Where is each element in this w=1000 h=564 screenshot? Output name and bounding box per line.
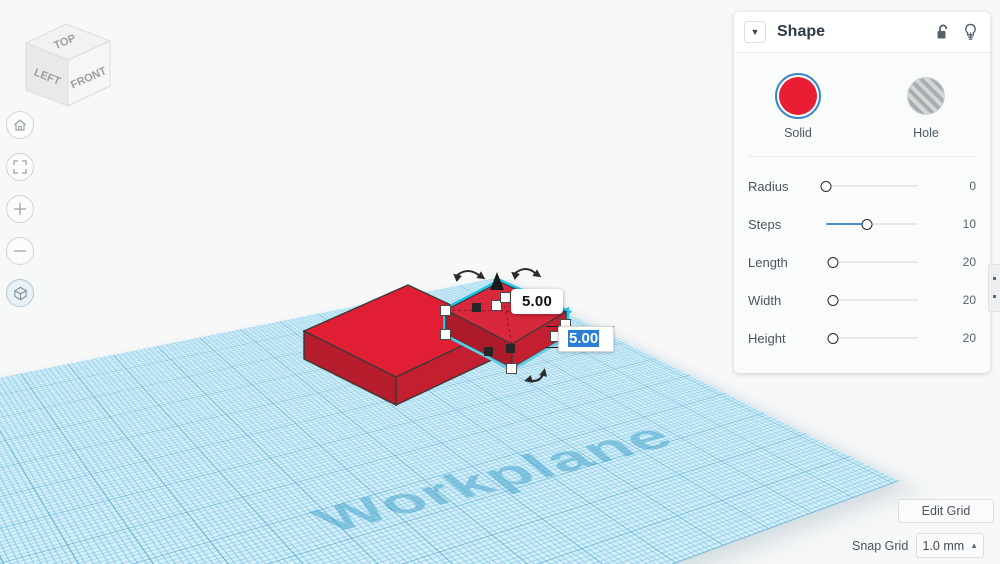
param-row-radius: Radius 0 bbox=[734, 167, 990, 205]
snap-grid-label: Snap Grid bbox=[852, 538, 909, 553]
red-box-selected[interactable] bbox=[439, 268, 573, 383]
hole-swatch-ring[interactable] bbox=[903, 73, 949, 119]
slider-knob[interactable] bbox=[861, 218, 873, 230]
unlock-icon[interactable] bbox=[936, 23, 951, 41]
slider-length[interactable] bbox=[826, 256, 918, 268]
scale-handle[interactable] bbox=[440, 329, 451, 340]
scale-handle[interactable] bbox=[440, 305, 451, 316]
slider-knob[interactable] bbox=[827, 256, 839, 268]
param-row-length: Length 20 bbox=[734, 243, 990, 281]
slider-height[interactable] bbox=[826, 332, 918, 344]
param-label-steps: Steps bbox=[748, 216, 782, 232]
plus-icon bbox=[13, 202, 27, 216]
scale-handle[interactable] bbox=[500, 292, 511, 303]
slider-track bbox=[826, 337, 918, 339]
snap-grid-control: Snap Grid 1.0 mm ▲ bbox=[852, 533, 985, 558]
lightbulb-icon[interactable] bbox=[963, 23, 978, 41]
edge-handle[interactable] bbox=[484, 347, 493, 356]
param-value-width[interactable]: 20 bbox=[918, 293, 976, 307]
cube-icon bbox=[13, 286, 27, 300]
fit-frame-icon bbox=[13, 160, 27, 174]
zoom-in-button[interactable] bbox=[6, 195, 34, 223]
param-value-length[interactable]: 20 bbox=[918, 255, 976, 269]
mode-hole[interactable]: Hole bbox=[862, 73, 990, 140]
hole-pattern-swatch[interactable] bbox=[907, 77, 945, 115]
dimension-input-value: 5.00 bbox=[568, 330, 600, 347]
slider-width[interactable] bbox=[826, 294, 918, 306]
dimension-input[interactable]: 5.00 bbox=[558, 326, 614, 352]
ortho-toggle-button[interactable] bbox=[6, 279, 34, 307]
edge-handle[interactable] bbox=[472, 303, 481, 312]
caret-up-icon: ▲ bbox=[970, 541, 979, 550]
slider-radius[interactable] bbox=[820, 180, 918, 192]
edit-grid-button[interactable]: Edit Grid bbox=[898, 499, 994, 523]
flyout-dot bbox=[993, 277, 996, 280]
fit-view-button[interactable] bbox=[6, 153, 34, 181]
param-row-height: Height 20 bbox=[734, 319, 990, 357]
home-view-button[interactable] bbox=[6, 111, 34, 139]
param-label-height: Height bbox=[748, 330, 786, 346]
slider-track bbox=[826, 261, 918, 263]
dimension-tooltip: 5.00 bbox=[511, 289, 563, 314]
minus-icon bbox=[13, 250, 27, 252]
view-cube[interactable]: TOP LEFT FRONT bbox=[12, 14, 120, 118]
slider-knob[interactable] bbox=[827, 294, 839, 306]
param-value-height[interactable]: 20 bbox=[918, 331, 976, 345]
param-value-steps[interactable]: 10 bbox=[918, 217, 976, 231]
tinkercad-editor: Workplane 5.00 5.00 TOP LEFT FRONT ▼ Sha… bbox=[0, 0, 1000, 564]
slider-track bbox=[826, 185, 918, 187]
shape-inspector-panel: ▼ Shape Solid Hole Radius 0 Steps 10 Len… bbox=[734, 12, 990, 373]
right-flyout-tab[interactable] bbox=[988, 264, 1000, 312]
solid-color-swatch[interactable] bbox=[779, 77, 817, 115]
param-label-radius: Radius bbox=[748, 178, 789, 194]
shape-mode-selector: Solid Hole bbox=[734, 53, 990, 156]
chevron-down-icon[interactable]: ▼ bbox=[744, 21, 766, 43]
param-row-steps: Steps 10 bbox=[734, 205, 990, 243]
slider-knob[interactable] bbox=[827, 332, 839, 344]
panel-header: ▼ Shape bbox=[734, 12, 990, 53]
shape-parameters: Radius 0 Steps 10 Length 20 Width 20 Hei… bbox=[734, 157, 990, 373]
home-icon bbox=[14, 119, 26, 131]
solid-swatch-ring[interactable] bbox=[775, 73, 821, 119]
flyout-dot bbox=[993, 295, 996, 298]
edge-handle[interactable] bbox=[506, 344, 515, 353]
snap-grid-dropdown[interactable]: 1.0 mm ▲ bbox=[916, 533, 985, 558]
zoom-out-button[interactable] bbox=[6, 237, 34, 265]
slider-knob[interactable] bbox=[820, 180, 832, 192]
panel-title: Shape bbox=[777, 23, 826, 40]
param-label-length: Length bbox=[748, 254, 788, 270]
param-row-width: Width 20 bbox=[734, 281, 990, 319]
param-value-radius[interactable]: 0 bbox=[918, 179, 976, 193]
snap-grid-value: 1.0 mm bbox=[922, 538, 965, 553]
slider-steps[interactable] bbox=[826, 218, 918, 230]
mode-hole-label: Hole bbox=[913, 126, 939, 140]
mode-solid[interactable]: Solid bbox=[734, 73, 862, 140]
mode-solid-label: Solid bbox=[784, 126, 812, 140]
edit-grid-label: Edit Grid bbox=[921, 504, 971, 518]
slider-track bbox=[826, 299, 918, 301]
param-label-width: Width bbox=[748, 292, 782, 308]
scale-handle[interactable] bbox=[506, 363, 517, 374]
